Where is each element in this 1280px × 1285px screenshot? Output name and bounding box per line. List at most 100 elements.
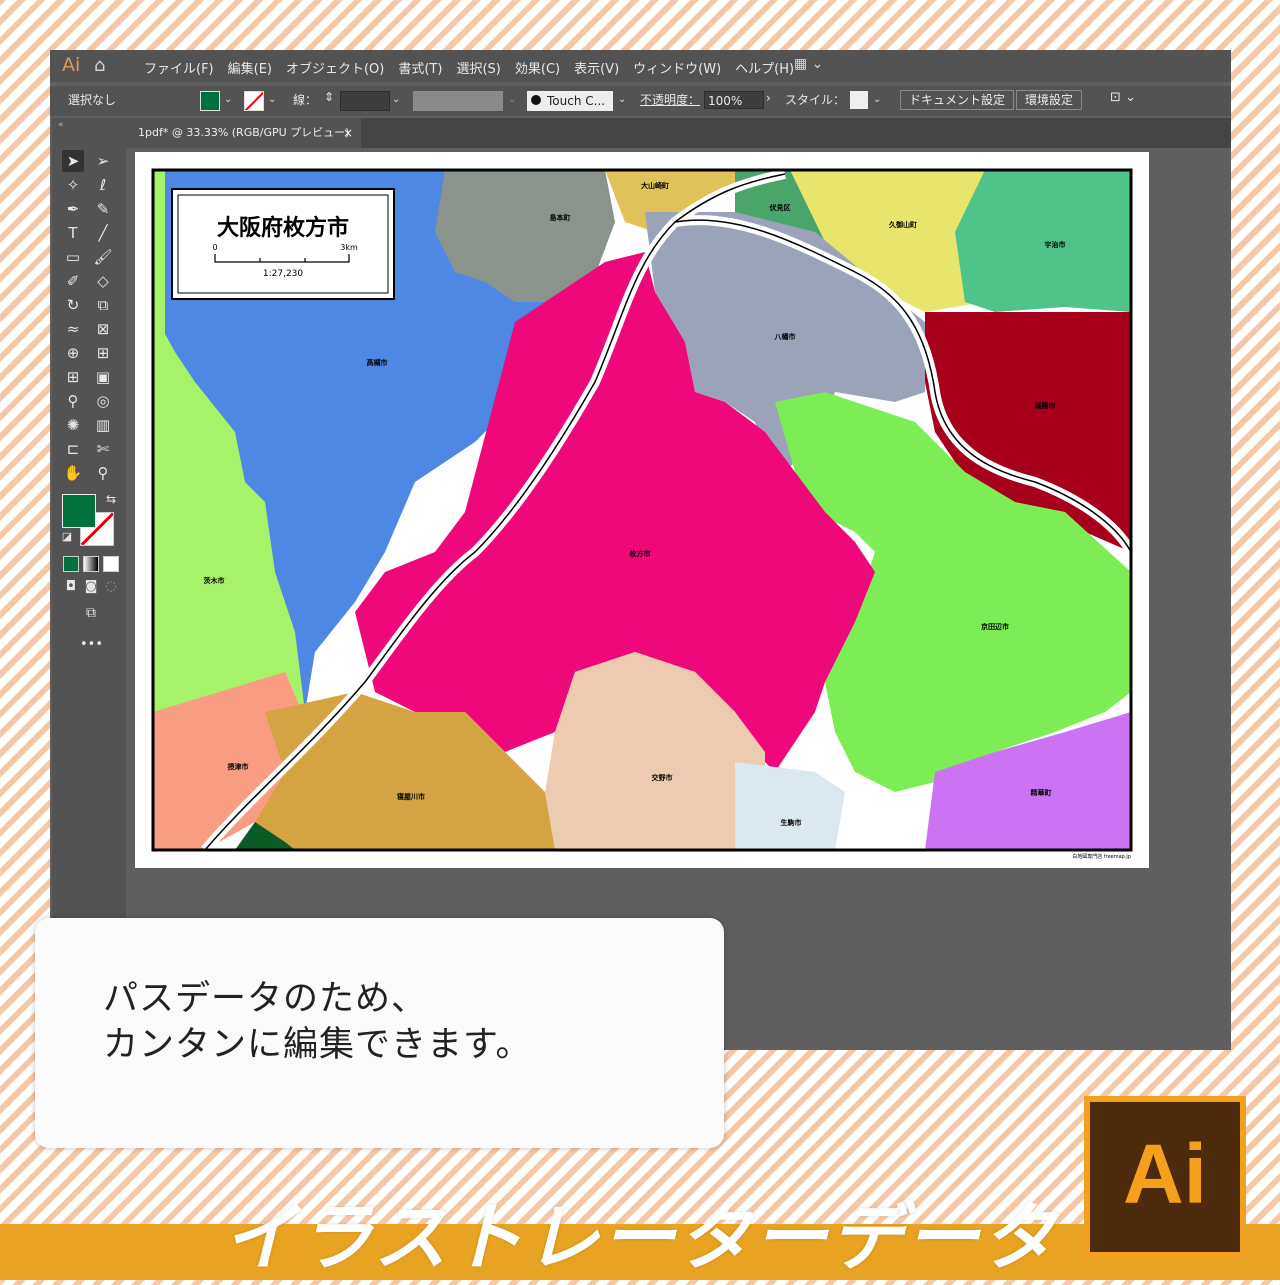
workspace-switcher-icon[interactable]: ▦ ⌄: [794, 56, 823, 72]
line-tool-icon[interactable]: ╱: [92, 222, 114, 244]
chevron-down-icon[interactable]: ⌄: [224, 94, 232, 105]
label-shimamoto: 島本町: [550, 213, 571, 222]
draw-normal-icon[interactable]: ◘: [60, 576, 82, 598]
zoom-tool-icon[interactable]: ⚲: [92, 462, 114, 484]
warp-tool-icon[interactable]: ≈: [62, 318, 84, 340]
curvature-tool-icon[interactable]: ✎: [92, 198, 114, 220]
artboard-tool-icon[interactable]: ⊏: [62, 438, 84, 460]
document-tab[interactable]: 1pdf* @ 33.33% (RGB/GPU プレビュー) ×: [126, 118, 361, 148]
fill-swatch[interactable]: [200, 91, 220, 111]
default-colors-icon[interactable]: ◪: [56, 526, 78, 548]
illustrator-window: Ai ⌂ ファイル(F) 編集(E) オブジェクト(O) 書式(T) 選択(S)…: [50, 50, 1231, 1050]
type-tool-icon[interactable]: T: [62, 222, 84, 244]
close-icon[interactable]: ×: [343, 118, 353, 148]
app-logo: Ai: [62, 54, 81, 76]
caption-line-2: カンタンに編集できます。: [103, 1025, 532, 1065]
menu-object[interactable]: オブジェクト(O): [286, 58, 384, 77]
eraser-tool-icon[interactable]: ◇: [92, 270, 114, 292]
none-mode-button[interactable]: [103, 556, 119, 572]
region-uji[interactable]: [955, 170, 1131, 312]
rectangle-tool-icon[interactable]: ▭: [62, 246, 84, 268]
chevron-right-icon[interactable]: ›: [766, 91, 771, 105]
document-setup-button[interactable]: ドキュメント設定: [900, 90, 1015, 110]
menu-help[interactable]: ヘルプ(H): [735, 58, 794, 77]
free-transform-tool-icon[interactable]: ⊠: [92, 318, 114, 340]
slice-tool-icon[interactable]: ✄: [92, 438, 114, 460]
style-label: スタイル：: [785, 93, 846, 107]
label-katano: 交野市: [652, 773, 673, 782]
label-yawata: 八幡市: [774, 332, 796, 341]
stroke-weight-field[interactable]: [340, 91, 390, 111]
label-oyamazaki: 大山崎町: [641, 181, 669, 190]
menu-file[interactable]: ファイル(F): [144, 58, 214, 77]
blend-tool-icon[interactable]: ◎: [92, 390, 114, 412]
collapse-icon[interactable]: «: [58, 120, 64, 130]
mesh-tool-icon[interactable]: ⊞: [62, 366, 84, 388]
pen-tool-icon[interactable]: ✒: [62, 198, 84, 220]
screen-mode-icon[interactable]: ⧉: [80, 602, 102, 624]
magic-wand-tool-icon[interactable]: ✧: [62, 174, 84, 196]
fill-color-box[interactable]: [62, 494, 96, 528]
gradient-tool-icon[interactable]: ▣: [92, 366, 114, 388]
menu-select[interactable]: 選択(S): [456, 58, 500, 77]
stepper-icon[interactable]: ⇕: [324, 90, 334, 104]
eyedropper-tool-icon[interactable]: ⚲: [62, 390, 84, 412]
perspective-grid-tool-icon[interactable]: ⊞: [92, 342, 114, 364]
color-mode-button[interactable]: [63, 556, 79, 572]
chevron-down-icon[interactable]: ⌄: [873, 94, 881, 105]
draw-inside-icon[interactable]: ◌: [100, 576, 122, 598]
gradient-mode-button[interactable]: [83, 556, 99, 572]
swap-icon[interactable]: ⇆: [100, 488, 122, 510]
chevron-down-icon[interactable]: ⌄: [618, 94, 626, 105]
label-ibaraki: 茨木市: [204, 576, 225, 585]
selection-status: 選択なし: [68, 93, 117, 107]
brush-name: Touch C...: [547, 94, 606, 108]
opacity-field[interactable]: 100%: [704, 91, 764, 109]
control-bar: 選択なし ⌄ ⌄ 線： ⇕ ⌄ ⌄ Touch C... ⌄ 不透明度： 100…: [50, 86, 1231, 116]
artboard[interactable]: 大阪府枚方市 0 3km 1:27,230 大山崎町 島本町 伏見区 久御山町 …: [135, 152, 1149, 868]
direct-selection-tool-icon[interactable]: ➢: [92, 150, 114, 172]
label-kyotanabe: 京田辺市: [981, 622, 1009, 631]
document-tab-title: 1pdf* @ 33.33% (RGB/GPU プレビュー): [138, 126, 350, 139]
scale-max: 3km: [340, 243, 358, 252]
shaper-tool-icon[interactable]: ✐: [62, 270, 84, 292]
label-seika: 精華町: [1031, 788, 1052, 797]
chevron-down-icon[interactable]: ⌄: [392, 94, 400, 105]
label-takatsuki: 高槻市: [367, 358, 388, 367]
stroke-swatch[interactable]: [244, 91, 264, 111]
symbol-sprayer-tool-icon[interactable]: ✺: [62, 414, 84, 436]
style-swatch[interactable]: [850, 91, 868, 109]
opacity-label[interactable]: 不透明度：: [640, 91, 700, 108]
caption-line-1: パスデータのため、: [103, 979, 428, 1019]
menu-edit[interactable]: 編集(E): [228, 58, 272, 77]
column-graph-tool-icon[interactable]: ▥: [92, 414, 114, 436]
map-credit: 白地図専門店 freemap.jp: [1072, 853, 1131, 860]
paintbrush-tool-icon[interactable]: 🖌: [92, 246, 114, 268]
preferences-button[interactable]: 環境設定: [1016, 90, 1083, 110]
label-uji: 宇治市: [1045, 240, 1066, 249]
lasso-tool-icon[interactable]: ℓ: [92, 174, 114, 196]
rotate-tool-icon[interactable]: ↻: [62, 294, 84, 316]
map-artwork[interactable]: 大阪府枚方市 0 3km 1:27,230 大山崎町 島本町 伏見区 久御山町 …: [135, 152, 1149, 868]
chevron-down-icon[interactable]: ⌄: [508, 94, 516, 105]
menu-list: ファイル(F) 編集(E) オブジェクト(O) 書式(T) 選択(S) 効果(C…: [144, 58, 808, 77]
chevron-down-icon[interactable]: ⌄: [268, 94, 276, 105]
illustrator-logo: Ai: [1084, 1096, 1246, 1258]
hand-tool-icon[interactable]: ✋: [62, 462, 84, 484]
menu-effect[interactable]: 効果(C): [515, 58, 560, 77]
home-icon[interactable]: ⌂: [94, 55, 105, 76]
selection-tool-icon[interactable]: ➤: [62, 150, 84, 172]
brush-definition[interactable]: Touch C...: [527, 91, 613, 111]
label-joyo: 城陽市: [1035, 401, 1056, 410]
menu-view[interactable]: 表示(V): [574, 58, 619, 77]
variable-width-profile[interactable]: [413, 91, 503, 111]
title-box: [171, 188, 395, 300]
more-tools-icon[interactable]: •••: [80, 634, 103, 656]
menu-window[interactable]: ウィンドウ(W): [633, 58, 721, 77]
arrange-icon[interactable]: ⊡ ⌄: [1110, 90, 1136, 105]
menu-type[interactable]: 書式(T): [398, 58, 442, 77]
logo-text: Ai: [1123, 1127, 1207, 1221]
scale-tool-icon[interactable]: ⧉: [92, 294, 114, 316]
shape-builder-tool-icon[interactable]: ⊕: [62, 342, 84, 364]
draw-behind-icon[interactable]: ◙: [80, 576, 102, 598]
